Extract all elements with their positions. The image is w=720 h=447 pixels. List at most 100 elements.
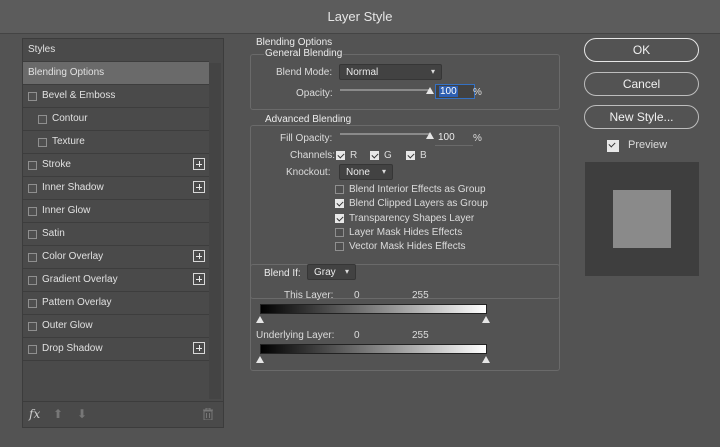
- move-down-icon[interactable]: ⬇: [77, 407, 87, 421]
- style-item[interactable]: Color Overlay: [23, 246, 209, 268]
- add-effect-icon[interactable]: [193, 181, 205, 193]
- style-item-label: Drop Shadow: [42, 343, 103, 354]
- style-item[interactable]: Bevel & Emboss: [23, 85, 209, 107]
- style-item[interactable]: Satin: [23, 223, 209, 245]
- move-up-icon[interactable]: ⬆: [53, 407, 63, 421]
- option-label: Layer Mask Hides Effects: [349, 226, 463, 238]
- channel-label: R: [350, 150, 358, 161]
- this-layer-white-thumb[interactable]: [482, 316, 490, 323]
- option-checkbox[interactable]: [335, 227, 344, 237]
- styles-panel: Styles Blending Options Bevel & Emboss Con…: [22, 38, 224, 428]
- scrollbar[interactable]: [209, 63, 221, 399]
- style-checkbox[interactable]: [38, 115, 47, 124]
- style-checkbox[interactable]: [38, 138, 47, 147]
- add-effect-icon[interactable]: [193, 342, 205, 354]
- opacity-slider-thumb[interactable]: [426, 87, 434, 94]
- opacity-unit: %: [473, 87, 482, 98]
- style-checkbox[interactable]: [28, 184, 37, 193]
- channels-label: Channels:: [290, 150, 336, 161]
- chevron-down-icon: ▾: [381, 167, 386, 176]
- general-blending-group: [250, 54, 560, 110]
- underlying-max: 255: [412, 330, 429, 341]
- style-item-label: Gradient Overlay: [42, 274, 118, 285]
- opacity-slider[interactable]: [340, 89, 430, 91]
- blend-if-label: Blend If:: [264, 268, 301, 279]
- channel-label: G: [384, 150, 392, 161]
- style-checkbox[interactable]: [28, 253, 37, 262]
- style-item[interactable]: Pattern Overlay: [23, 292, 209, 314]
- this-layer-min: 0: [354, 290, 360, 301]
- style-item[interactable]: Inner Shadow: [23, 177, 209, 199]
- this-layer-black-thumb[interactable]: [256, 316, 264, 323]
- option-label: Blend Clipped Layers as Group: [349, 198, 488, 210]
- style-item[interactable]: Outer Glow: [23, 315, 209, 337]
- option-checkbox[interactable]: [335, 242, 344, 252]
- style-checkbox[interactable]: [28, 161, 37, 170]
- style-checkbox[interactable]: [28, 207, 37, 216]
- style-item-label: Satin: [42, 228, 65, 239]
- preview-checkbox[interactable]: [607, 140, 619, 152]
- style-item[interactable]: Drop Shadow: [23, 338, 209, 360]
- style-item-label: Color Overlay: [42, 251, 104, 262]
- option-checkbox[interactable]: [335, 185, 344, 194]
- style-item-label: Outer Glow: [42, 320, 93, 331]
- style-item[interactable]: Inner Glow: [23, 200, 209, 222]
- chevron-down-icon: ▾: [430, 67, 435, 76]
- styles-header-label: Styles: [28, 44, 56, 55]
- option-checkbox[interactable]: [335, 199, 344, 209]
- underlying-min: 0: [354, 330, 360, 341]
- style-checkbox[interactable]: [28, 345, 37, 354]
- blend-mode-value: Normal: [346, 67, 379, 78]
- title-bar: Layer Style: [0, 0, 720, 34]
- cancel-button[interactable]: Cancel: [584, 72, 699, 96]
- style-item-label: Texture: [52, 136, 85, 147]
- blend-mode-select[interactable]: Normal ▾: [339, 64, 442, 80]
- style-item[interactable]: Gradient Overlay: [23, 269, 209, 291]
- add-effect-icon[interactable]: [193, 273, 205, 285]
- channel-checkbox[interactable]: [370, 151, 379, 160]
- add-effect-icon[interactable]: [193, 158, 205, 170]
- style-checkbox[interactable]: [28, 92, 37, 101]
- style-checkbox[interactable]: [28, 276, 37, 285]
- knockout-select[interactable]: None ▾: [339, 164, 393, 180]
- styles-toolbar: fx ⬆ ⬇: [23, 401, 223, 428]
- style-item-label: Inner Shadow: [42, 182, 104, 193]
- blend-mode-label: Blend Mode:: [276, 67, 333, 78]
- opacity-label: Opacity:: [296, 88, 333, 99]
- underlying-black-thumb[interactable]: [256, 356, 264, 363]
- option-checkbox[interactable]: [335, 213, 344, 223]
- preview-label: Preview: [628, 139, 668, 151]
- fill-opacity-slider-thumb[interactable]: [426, 132, 434, 139]
- fill-opacity-value: 100: [438, 132, 455, 143]
- channel-checkbox[interactable]: [336, 151, 345, 160]
- opacity-value: 100: [439, 86, 458, 97]
- new-style-button[interactable]: New Style...: [584, 105, 699, 129]
- opacity-field[interactable]: 100: [435, 84, 475, 99]
- channel-label: B: [420, 150, 427, 161]
- fill-opacity-field[interactable]: 100: [435, 131, 473, 146]
- option-label: Transparency Shapes Layer: [349, 212, 475, 224]
- styles-header[interactable]: Styles: [23, 39, 209, 61]
- underlying-white-thumb[interactable]: [482, 356, 490, 363]
- channel-checkbox[interactable]: [406, 151, 415, 160]
- fill-opacity-slider[interactable]: [340, 133, 430, 135]
- blend-if-value: Gray: [314, 267, 336, 278]
- preview-toggle[interactable]: Preview: [607, 139, 697, 154]
- style-checkbox[interactable]: [28, 322, 37, 331]
- add-effect-icon[interactable]: [193, 250, 205, 262]
- style-item[interactable]: Blending Options: [23, 62, 209, 84]
- style-checkbox[interactable]: [28, 230, 37, 239]
- style-item[interactable]: Stroke: [23, 154, 209, 176]
- style-item-label: Blending Options: [28, 67, 105, 78]
- style-checkbox[interactable]: [28, 299, 37, 308]
- trash-icon[interactable]: [203, 407, 213, 423]
- fx-icon[interactable]: fx: [29, 407, 40, 421]
- option-label: Vector Mask Hides Effects: [349, 241, 466, 253]
- style-item-label: Pattern Overlay: [42, 297, 112, 308]
- style-item[interactable]: Contour: [23, 108, 209, 130]
- blend-if-select[interactable]: Gray ▾: [307, 264, 356, 280]
- fill-opacity-label: Fill Opacity:: [280, 133, 333, 144]
- this-layer-max: 255: [412, 290, 429, 301]
- style-item[interactable]: Texture: [23, 131, 209, 153]
- ok-button[interactable]: OK: [584, 38, 699, 62]
